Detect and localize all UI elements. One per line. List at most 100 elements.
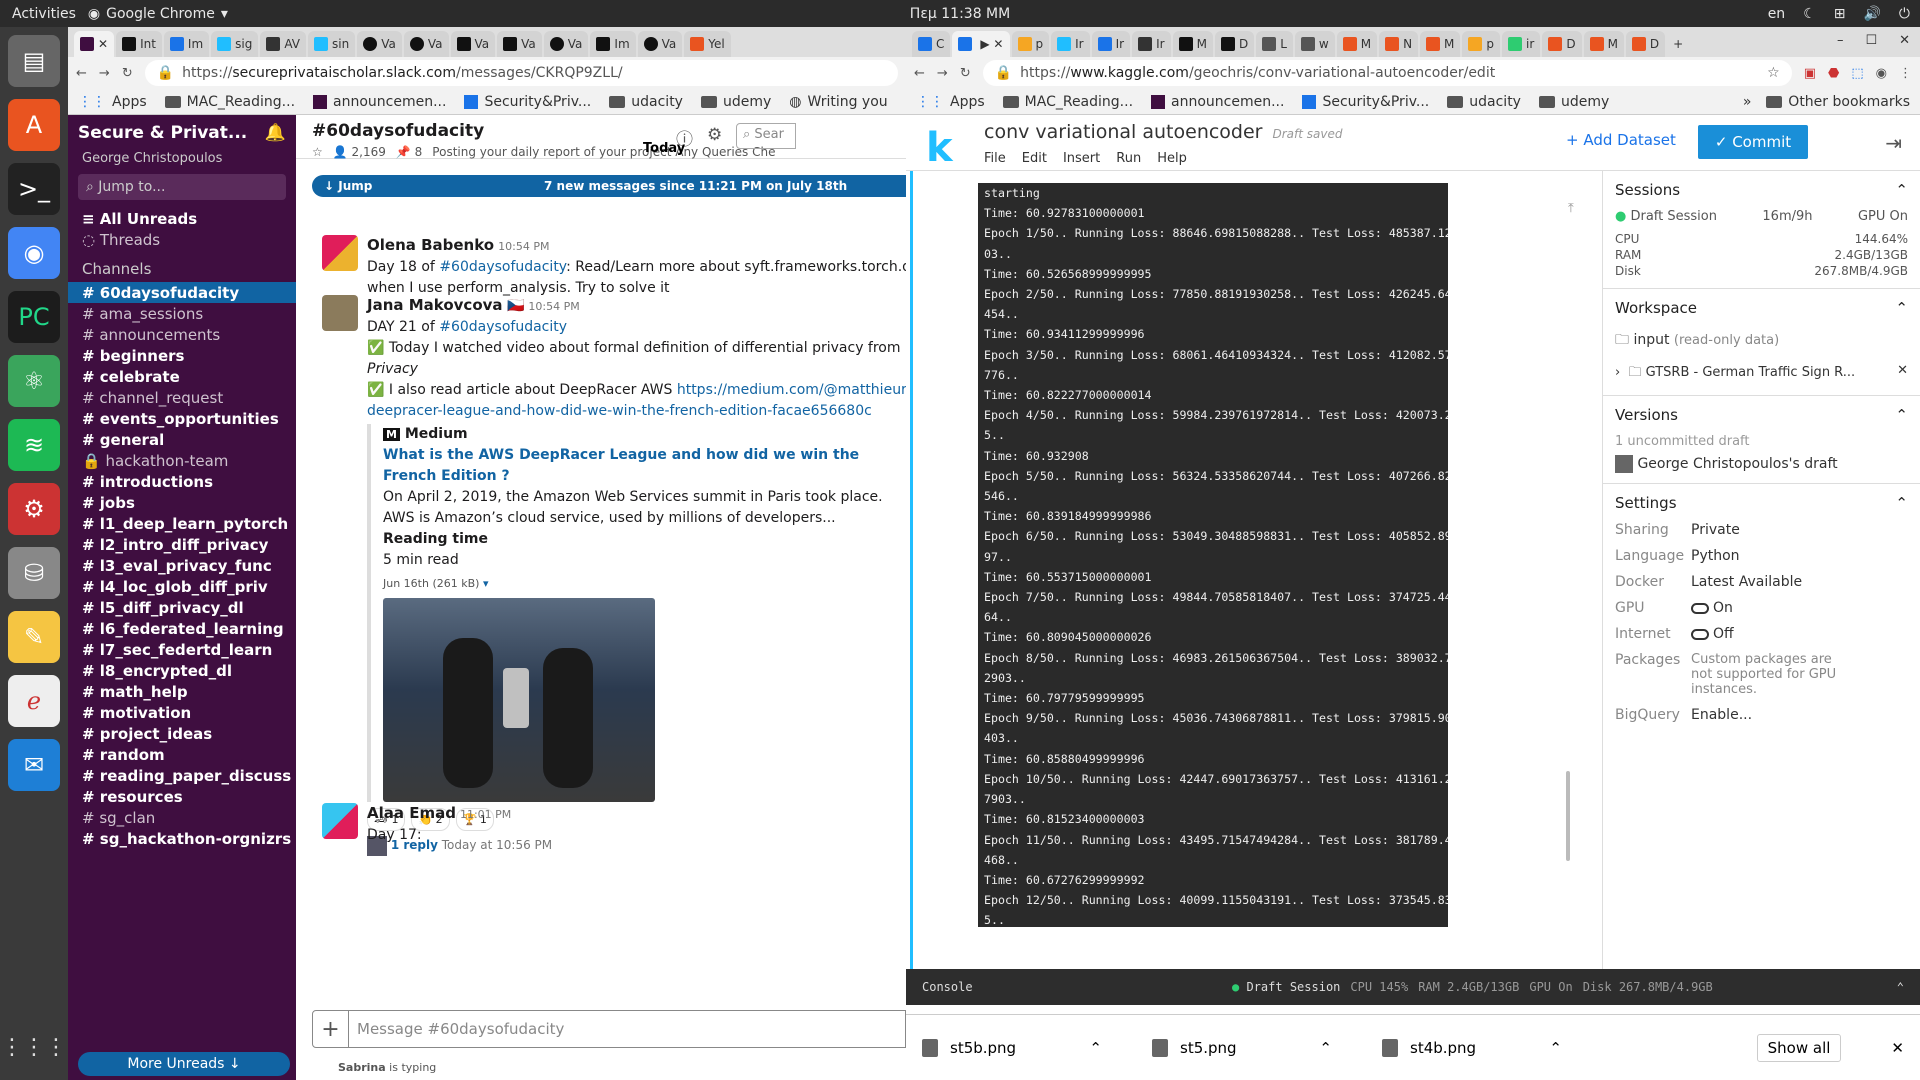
pins-count[interactable]: 📌 8	[396, 145, 422, 159]
channel-item[interactable]: # l5_diff_privacy_dl	[68, 597, 296, 618]
spotify-icon[interactable]: ≋	[8, 419, 60, 471]
channel-item[interactable]: # ama_sessions	[68, 303, 296, 324]
tab-9[interactable]: L	[1256, 31, 1293, 57]
tab-18[interactable]: D	[1625, 31, 1666, 57]
tab-slack[interactable]: ✕	[74, 31, 115, 57]
threads[interactable]: ◌ Threads	[68, 229, 296, 250]
tab-11[interactable]: M	[1336, 31, 1378, 57]
tab-16[interactable]: D	[1542, 31, 1582, 57]
versions-heading[interactable]: Versions	[1615, 406, 1678, 424]
channel-item[interactable]: # 60daysofudacity	[68, 282, 296, 303]
remove-icon[interactable]: ✕	[1897, 363, 1908, 385]
menu-insert[interactable]: Insert	[1063, 151, 1100, 166]
channel-item[interactable]: # math_help	[68, 681, 296, 702]
members-count[interactable]: 👤 2,169	[333, 145, 386, 159]
gpu-toggle[interactable]	[1691, 602, 1709, 614]
expand-console-icon[interactable]: ⌃	[1897, 980, 1904, 994]
software-icon[interactable]: A	[8, 99, 60, 151]
reader-icon[interactable]: ℯ	[8, 675, 60, 727]
tab-5[interactable]: Ir	[1091, 31, 1131, 57]
bookmark-apps[interactable]: ⋮⋮ Apps	[78, 94, 147, 110]
avatar[interactable]	[322, 235, 358, 271]
timestamp[interactable]: 10:54 PM	[528, 300, 579, 313]
close-icon[interactable]: ✕	[1899, 33, 1910, 48]
bookmark-apps[interactable]: ⋮⋮ Apps	[916, 94, 985, 110]
scrollbar[interactable]	[1566, 771, 1570, 861]
tab-13[interactable]: M	[1420, 31, 1461, 57]
workspace-heading[interactable]: Workspace	[1615, 299, 1697, 317]
tab-6[interactable]: Ir	[1132, 31, 1171, 57]
bell-icon[interactable]: 🔔	[265, 123, 286, 143]
chrome-dock-icon[interactable]: ◉	[8, 227, 60, 279]
kaggle-logo[interactable]: k	[926, 125, 953, 171]
other-bookmarks[interactable]: » Other bookmarks	[1743, 94, 1910, 110]
sessions-heading[interactable]: Sessions	[1615, 181, 1680, 199]
star-icon[interactable]: ☆	[312, 145, 323, 159]
back-icon[interactable]: ←	[76, 66, 87, 81]
bookmark-security[interactable]: Security&Priv...	[1302, 94, 1429, 110]
tab-10[interactable]: w	[1294, 31, 1335, 57]
preview-image[interactable]	[383, 598, 655, 802]
tab-3[interactable]: p	[1011, 31, 1050, 57]
extension2-icon[interactable]: ⬚	[1851, 66, 1863, 81]
channel-item[interactable]: # introductions	[68, 471, 296, 492]
menu-icon[interactable]: ⋮	[1899, 66, 1912, 81]
channel-item[interactable]: # celebrate	[68, 366, 296, 387]
menu-help[interactable]: Help	[1157, 151, 1187, 166]
minimize-icon[interactable]: –	[1837, 33, 1844, 48]
draft-item[interactable]: George Christopoulos's draft	[1615, 455, 1908, 473]
close-tab-icon[interactable]: ▶ ✕	[980, 37, 1003, 51]
commit-button[interactable]: ✓ Commit	[1698, 125, 1808, 159]
channel-item[interactable]: # beginners	[68, 345, 296, 366]
reload-icon[interactable]: ↻	[960, 66, 971, 81]
channel-item[interactable]: # l6_federated_learning	[68, 618, 296, 639]
setting-gpu[interactable]: GPU On	[1615, 600, 1908, 616]
plus-icon[interactable]: +	[313, 1011, 349, 1047]
tab-6[interactable]: Va	[357, 31, 402, 57]
more-unreads-button[interactable]: More Unreads ↓	[78, 1052, 290, 1076]
channel-item[interactable]: # sg_hackathon-orgnizrs	[68, 828, 296, 849]
profile-icon[interactable]: ◉	[1876, 66, 1887, 81]
tab-14[interactable]: p	[1462, 31, 1501, 57]
tab-11[interactable]: Im	[590, 31, 636, 57]
dataset-item[interactable]: › 🗀 GTSRB - German Traffic Sign R... ✕	[1615, 363, 1908, 385]
tab-5[interactable]: sin	[308, 31, 356, 57]
tab-9[interactable]: Va	[497, 31, 542, 57]
activities-button[interactable]: Activities	[0, 6, 88, 22]
extension-icon[interactable]: ▣	[1804, 66, 1816, 81]
bookmark-security[interactable]: Security&Priv...	[464, 94, 591, 110]
channel-item[interactable]: # announcements	[68, 324, 296, 345]
channel-item[interactable]: # general	[68, 429, 296, 450]
bookmark-announcements[interactable]: announcemen...	[1151, 94, 1284, 110]
new-tab-button[interactable]: +	[1667, 31, 1707, 57]
collapse-icon[interactable]: ⌃	[1895, 181, 1908, 199]
channel-item[interactable]: # l3_eval_privacy_func	[68, 555, 296, 576]
author-name[interactable]: Olena Babenko	[367, 236, 494, 254]
add-dataset-button[interactable]: + Add Dataset	[1566, 131, 1676, 149]
clock[interactable]: Πεμ 11:38 ΜΜ	[910, 6, 1010, 22]
forward-icon[interactable]: →	[99, 66, 110, 81]
lang-indicator[interactable]: en	[1768, 6, 1786, 22]
star-bookmark-icon[interactable]: ☆	[1767, 65, 1780, 81]
tab-2[interactable]: Im	[163, 31, 210, 57]
app-grid-icon[interactable]: ⋮⋮⋮	[1, 1035, 67, 1060]
bookmark-mac[interactable]: MAC_Reading...	[164, 94, 295, 110]
bookmark-mac[interactable]: MAC_Reading...	[1002, 94, 1133, 110]
tab-3[interactable]: sig	[211, 31, 259, 57]
terminal-icon[interactable]: >_	[8, 163, 60, 215]
adblock-icon[interactable]: ⬣	[1828, 66, 1839, 81]
workspace-name[interactable]: Secure & Privat... 🔔	[68, 115, 296, 151]
channel-item[interactable]: # l1_deep_learn_pytorch	[68, 513, 296, 534]
menu-edit[interactable]: Edit	[1022, 151, 1047, 166]
back-icon[interactable]: ←	[914, 66, 925, 81]
console-bar[interactable]: Console ● Draft Session CPU 145% RAM 2.4…	[906, 969, 1920, 1005]
pycharm-icon[interactable]: PC	[8, 291, 60, 343]
tab-2[interactable]: ▶ ✕	[952, 31, 1010, 57]
maximize-icon[interactable]: ☐	[1865, 33, 1877, 48]
channel-item[interactable]: # l4_loc_glob_diff_priv	[68, 576, 296, 597]
bookmark-udemy[interactable]: udemy	[1538, 94, 1609, 110]
channel-item[interactable]: # l7_sec_federtd_learn	[68, 639, 296, 660]
gear-icon[interactable]: ⚙	[707, 125, 722, 150]
show-all-button[interactable]: Show all	[1756, 1033, 1842, 1062]
tab-4[interactable]: AV	[260, 31, 307, 57]
